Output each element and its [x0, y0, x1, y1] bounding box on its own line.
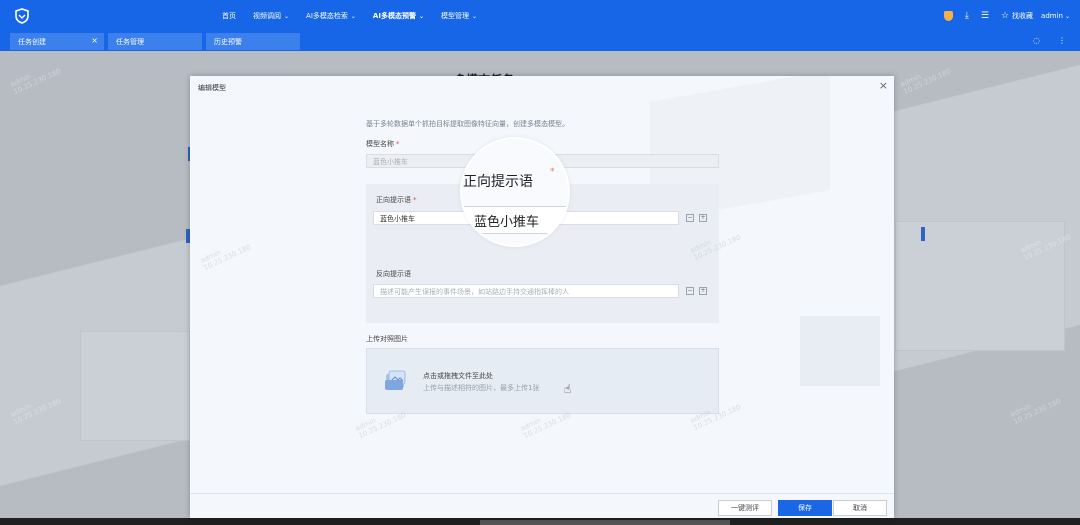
remove-icon[interactable]: − — [686, 287, 694, 295]
tab-task-create[interactable]: 任务创建 × — [10, 33, 104, 50]
nav-ai-search-label: AI多模态检索 — [306, 12, 348, 20]
nav-video-review-label: 视频调阅 — [253, 12, 281, 20]
download-button[interactable]: ⤓ — [965, 11, 969, 21]
upload-main-text: 点击或拖拽文件至此处 — [423, 372, 493, 380]
negative-prompt-label: 反向提示语 — [376, 270, 411, 278]
bottom-strip — [0, 518, 1080, 525]
more-icon[interactable]: ⋮ — [1058, 36, 1066, 45]
tab-bar: 任务创建 × 任务管理 历史预警 ◌ ⋮ — [0, 32, 1080, 51]
top-navigation-bar: 首页 视频调阅 ⌄ AI多模态检索 ⌄ AI多模态预警 ⌄ 模型管理 ⌄ ⤓ ☰ ☆ 找收… — [0, 0, 1080, 32]
tab-task-management[interactable]: 任务管理 — [108, 33, 202, 50]
dialog-decoration — [800, 316, 880, 386]
main-menu: 首页 视频调阅 ⌄ AI多模态检索 ⌄ AI多模态预警 ⌄ 模型管理 ⌄ — [222, 0, 494, 32]
menu-icon: ☰ — [980, 11, 989, 21]
watermark: admin 10.25.230.180 — [199, 236, 252, 272]
favorites-button[interactable]: ☆ 找收藏 — [1001, 11, 1033, 21]
lens-positive-input: 蓝色小推车 — [463, 206, 568, 234]
background-marker — [921, 227, 925, 241]
upload-dropzone[interactable]: 点击或拖拽文件至此处 上传与描述相符的图片，最多上传1张 — [366, 348, 719, 414]
menu-button[interactable]: ☰ — [981, 11, 989, 21]
remove-icon[interactable]: − — [686, 214, 694, 222]
model-name-label-text: 模型名称 — [366, 140, 394, 148]
negative-prompt-input[interactable]: 描述可能产生误报的事件场景，如站路边手持交通指挥棒的人 — [373, 284, 679, 298]
alert-shield-button[interactable] — [943, 11, 953, 21]
tab-task-management-label: 任务管理 — [116, 37, 144, 46]
zoom-lens: 正向提示语 * 蓝色小推车 — [460, 137, 570, 247]
close-icon[interactable]: × — [879, 79, 888, 92]
refresh-icon[interactable]: ◌ — [1033, 36, 1040, 45]
dialog-description: 基于多轮数据单个抓拍目标提取图像特征向量，创建多模态模型。 — [366, 120, 569, 128]
chevron-down-icon: ⌄ — [418, 12, 424, 20]
nav-home-label: 首页 — [222, 12, 236, 20]
tab-history-alerts[interactable]: 历史预警 — [206, 33, 300, 50]
lens-positive-label: 正向提示语 — [463, 174, 533, 190]
star-icon: ☆ — [1000, 11, 1010, 21]
upload-hint-text: 上传与描述相符的图片，最多上传1张 — [423, 384, 540, 392]
chevron-down-icon: ⌄ — [350, 12, 356, 20]
background-card — [80, 331, 190, 441]
positive-prompt-label-text: 正向提示语 — [376, 196, 411, 204]
model-name-label: 模型名称 * — [366, 139, 400, 149]
nav-ai-alert[interactable]: AI多模态预警 ⌄ — [373, 11, 424, 21]
scroll-indicator — [480, 520, 730, 525]
required-mark: * — [413, 196, 417, 204]
user-name: admin — [1041, 12, 1063, 20]
add-icon[interactable]: + — [699, 287, 707, 295]
favorites-label: 找收藏 — [1012, 12, 1034, 20]
close-icon[interactable]: × — [91, 36, 98, 45]
tab-task-create-label: 任务创建 — [18, 37, 46, 46]
one-click-test-button[interactable]: 一键测评 — [718, 500, 772, 516]
chevron-down-icon: ⌄ — [471, 12, 478, 20]
add-icon[interactable]: + — [699, 214, 707, 222]
save-button[interactable]: 保存 — [778, 500, 832, 516]
dialog-title: 编辑模型 — [198, 84, 226, 92]
header-tools: ⤓ ☰ ☆ 找收藏 admin ⌄ — [932, 0, 1070, 32]
nav-home[interactable]: 首页 — [222, 11, 236, 21]
nav-ai-search[interactable]: AI多模态检索 ⌄ — [306, 11, 356, 21]
positive-prompt-label: 正向提示语 * — [376, 195, 417, 205]
nav-model-management[interactable]: 模型管理 ⌄ — [441, 11, 477, 21]
warning-shield-icon — [943, 11, 953, 21]
upload-section-label: 上传对照图片 — [366, 335, 408, 343]
tab-tools: ◌ ⋮ — [1015, 36, 1066, 45]
chevron-down-icon: ⌄ — [1064, 12, 1070, 20]
nav-model-management-label: 模型管理 — [440, 12, 469, 20]
logo-shield-icon[interactable] — [14, 8, 30, 24]
edit-model-dialog: 编辑模型 × 基于多轮数据单个抓拍目标提取图像特征向量，创建多模态模型。 模型名… — [190, 76, 894, 518]
folder-image-icon — [385, 370, 406, 390]
cancel-button[interactable]: 取消 — [833, 500, 887, 516]
tab-history-alerts-label: 历史预警 — [214, 37, 242, 46]
chevron-down-icon: ⌄ — [284, 12, 290, 20]
nav-ai-alert-label: AI多模态预警 — [372, 12, 416, 20]
user-menu[interactable]: admin ⌄ — [1041, 12, 1070, 20]
required-mark: * — [550, 167, 555, 177]
negative-prompt-placeholder: 描述可能产生误报的事件场景，如站路边手持交通指挥棒的人 — [380, 288, 569, 296]
nav-video-review[interactable]: 视频调阅 ⌄ — [253, 11, 289, 21]
dialog-footer: 一键测评 保存 取消 — [190, 493, 894, 518]
hand-cursor-icon: ☝ — [564, 382, 572, 396]
download-icon: ⤓ — [964, 11, 969, 21]
required-mark: * — [396, 140, 400, 148]
